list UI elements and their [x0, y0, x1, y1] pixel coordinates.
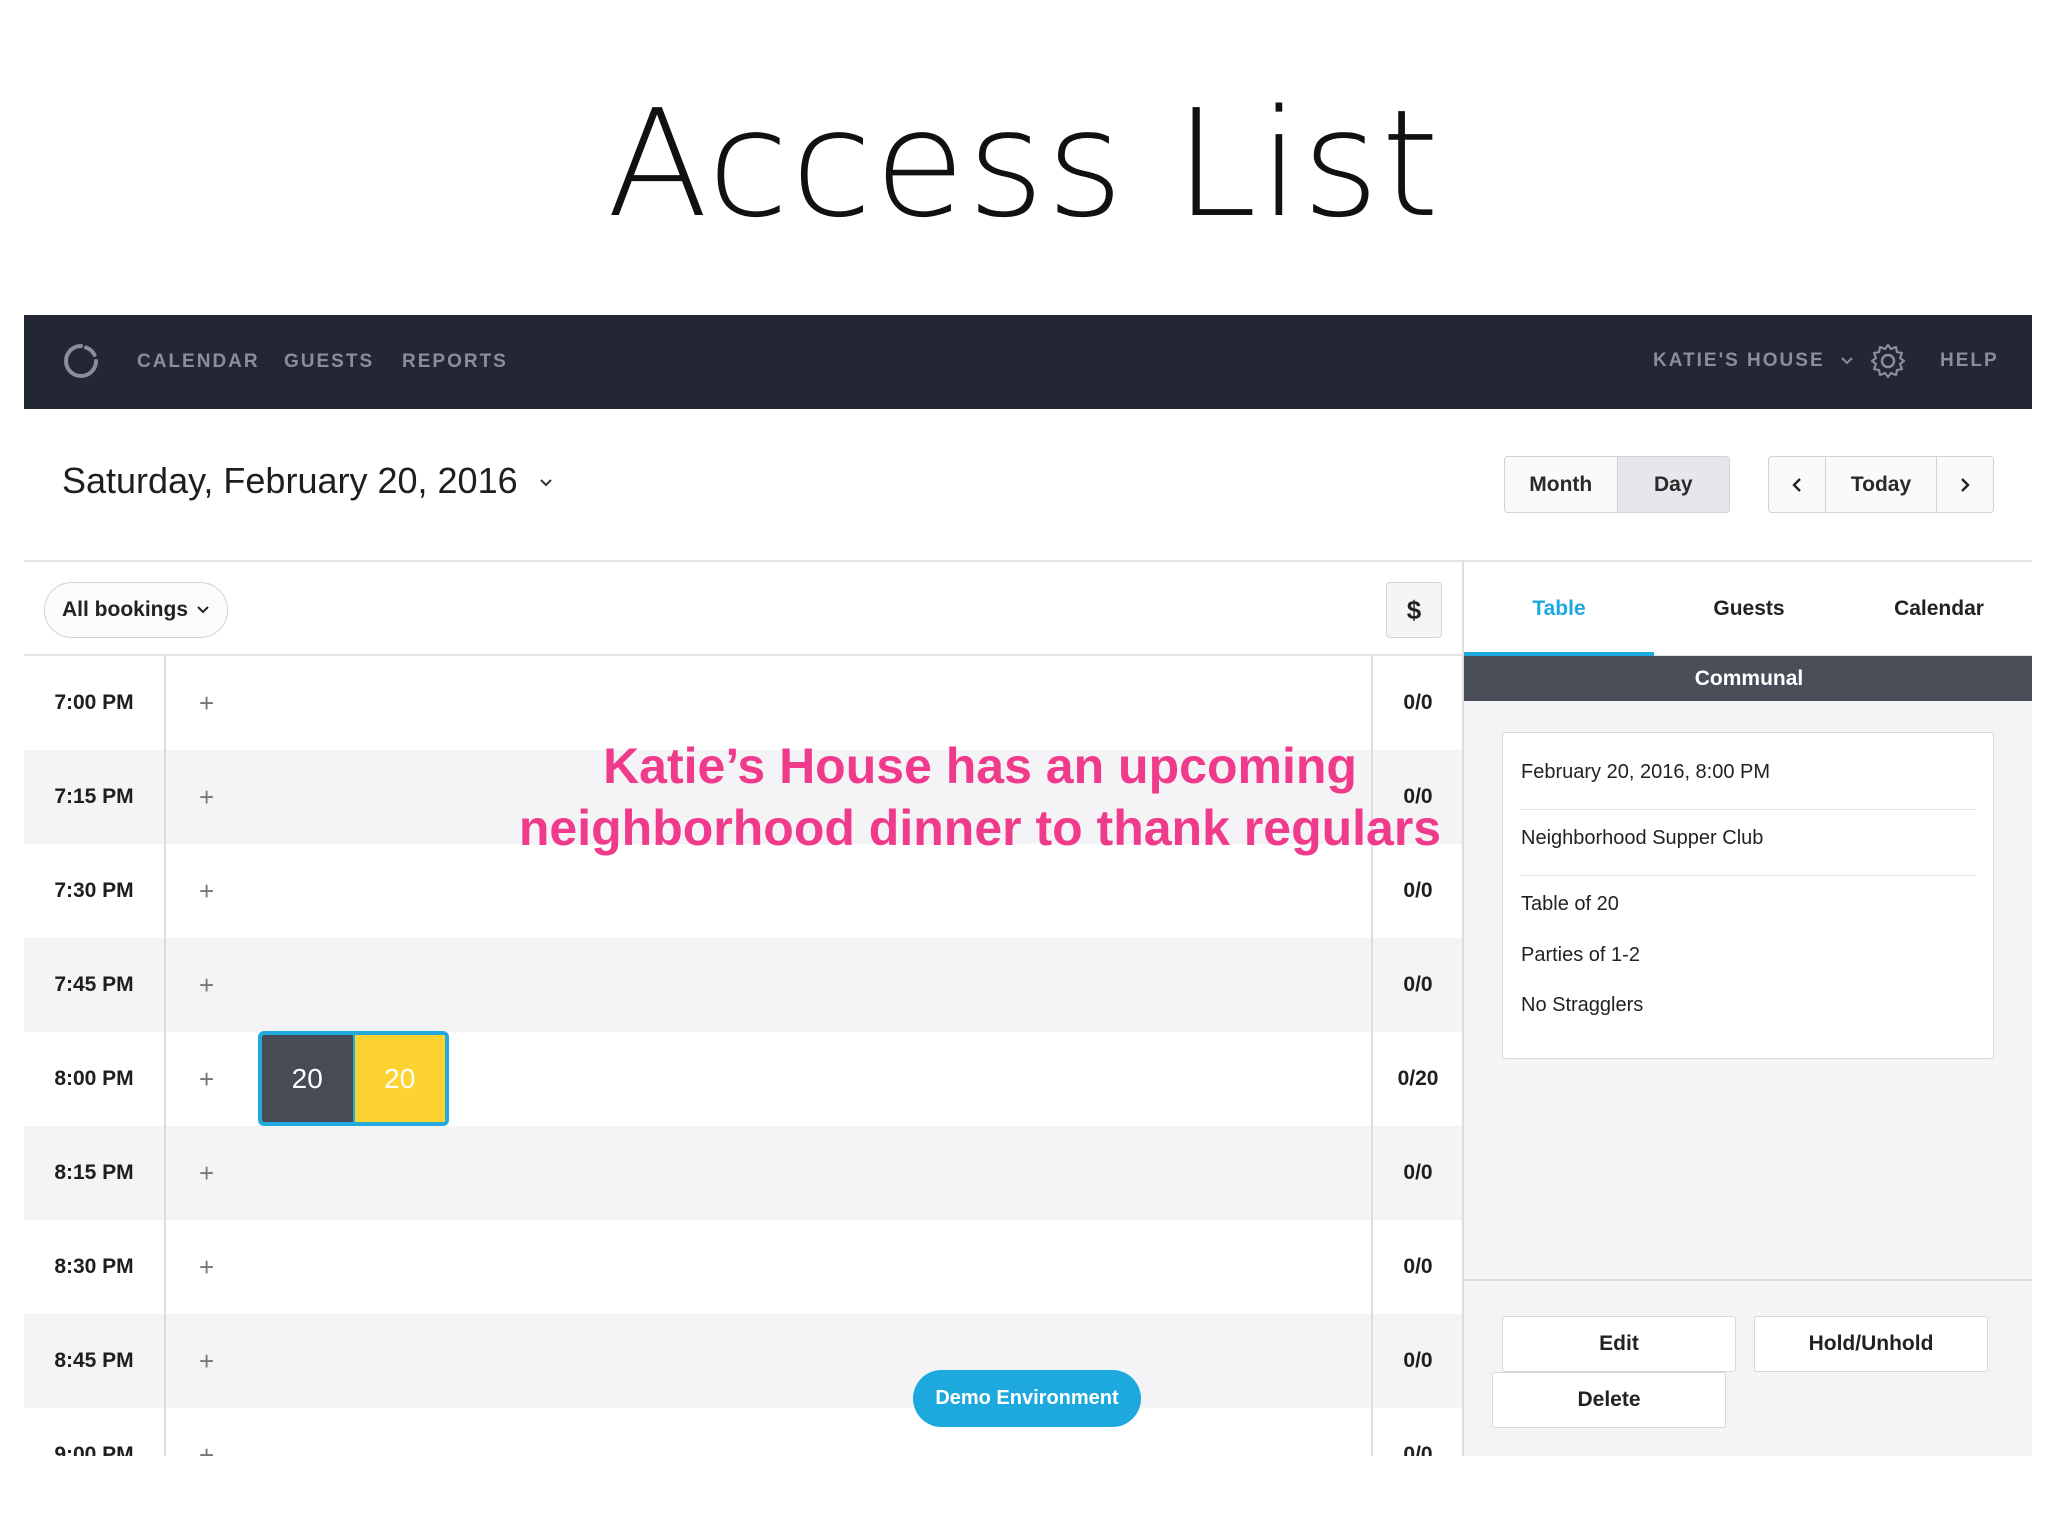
- slot-capacity: 0/0: [1403, 973, 1433, 996]
- nav-reports[interactable]: REPORTS: [402, 351, 508, 373]
- today-button[interactable]: Today: [1825, 457, 1937, 512]
- chevron-right-icon: [1961, 477, 1970, 492]
- time-label: 7:15 PM: [54, 785, 134, 808]
- add-booking-button[interactable]: +: [199, 844, 214, 938]
- event-detail: Parties of 1-2: [1521, 944, 1640, 966]
- annotation-line-2: neighborhood dinner to thank regulars: [518, 800, 1442, 856]
- filter-label: All bookings: [62, 598, 188, 621]
- prev-day-button[interactable]: [1769, 457, 1825, 512]
- communal-table-booking[interactable]: 20 20: [258, 1031, 449, 1126]
- nav-calendar[interactable]: CALENDAR: [137, 351, 260, 373]
- nav-guests[interactable]: GUESTS: [284, 351, 374, 373]
- event-name: Neighborhood Supper Club: [1521, 827, 1764, 849]
- time-label: 8:45 PM: [54, 1349, 134, 1372]
- tab-guests[interactable]: Guests: [1654, 562, 1844, 656]
- time-label: 8:30 PM: [54, 1255, 134, 1278]
- add-booking-button[interactable]: +: [199, 938, 214, 1032]
- time-slot-row: 8:45 PM + 0/0: [24, 1314, 1462, 1408]
- add-booking-button[interactable]: +: [199, 1220, 214, 1314]
- date-picker[interactable]: Saturday, February 20, 2016: [62, 460, 554, 502]
- add-booking-button[interactable]: +: [199, 1032, 214, 1126]
- slot-capacity: 0/0: [1403, 1443, 1433, 1456]
- time-label: 9:00 PM: [54, 1443, 134, 1456]
- bookings-filter-dropdown[interactable]: All bookings: [44, 582, 228, 638]
- chevron-down-icon: [1841, 357, 1853, 365]
- logo-icon[interactable]: [62, 342, 100, 380]
- delete-button[interactable]: Delete: [1492, 1372, 1726, 1428]
- add-booking-button[interactable]: +: [199, 656, 214, 750]
- slot-capacity: 0/20: [1397, 1067, 1439, 1090]
- gear-icon[interactable]: [1869, 342, 1907, 380]
- event-detail: Table of 20: [1521, 893, 1619, 915]
- booking-table-size: 20: [262, 1035, 355, 1122]
- view-month-button[interactable]: Month: [1505, 457, 1617, 512]
- chevron-left-icon: [1792, 477, 1801, 492]
- annotation-line-1: Katie’s House has an upcoming: [603, 738, 1357, 794]
- time-label: 8:15 PM: [54, 1161, 134, 1184]
- next-day-button[interactable]: [1937, 457, 1993, 512]
- venue-name: KATIE'S HOUSE: [1653, 350, 1825, 371]
- section-header: Communal: [1464, 656, 2032, 701]
- details-panel: Table Guests Calendar Communal February …: [1462, 562, 2032, 1456]
- date-navigation: Today: [1768, 456, 1994, 513]
- event-detail: No Stragglers: [1521, 994, 1644, 1016]
- card-divider: [1521, 875, 1975, 876]
- hold-unhold-button[interactable]: Hold/Unhold: [1754, 1316, 1988, 1372]
- slot-capacity: 0/0: [1403, 1255, 1433, 1278]
- time-slot-row: 7:45 PM + 0/0: [24, 938, 1462, 1032]
- add-booking-button[interactable]: +: [199, 750, 214, 844]
- app-window: CALENDAR GUESTS REPORTS KATIE'S HOUSE HE…: [24, 315, 2032, 1456]
- actions-divider: [1464, 1279, 2032, 1281]
- chevron-down-icon: [197, 606, 209, 614]
- current-date: Saturday, February 20, 2016: [62, 460, 518, 501]
- time-label: 7:30 PM: [54, 879, 134, 902]
- panel-tabs: Table Guests Calendar: [1464, 562, 2032, 656]
- time-slot-row: 8:30 PM + 0/0: [24, 1220, 1462, 1314]
- chevron-down-icon: [539, 479, 552, 487]
- pricing-toggle-button[interactable]: $: [1386, 582, 1442, 638]
- demo-environment-badge: Demo Environment: [913, 1370, 1141, 1427]
- slide-title: Access List: [606, 78, 1442, 250]
- time-label: 7:45 PM: [54, 973, 134, 996]
- view-day-button[interactable]: Day: [1616, 457, 1729, 512]
- time-label: 8:00 PM: [54, 1067, 134, 1090]
- card-divider: [1521, 809, 1975, 810]
- annotation-callout: Katie’s House has an upcoming neighborho…: [470, 735, 1490, 859]
- time-slot-row: 9:00 PM + 0/0: [24, 1408, 1462, 1457]
- event-datetime: February 20, 2016, 8:00 PM: [1521, 761, 1771, 783]
- venue-selector[interactable]: KATIE'S HOUSE: [1653, 350, 1854, 372]
- time-slot-row: 8:00 PM + 0/20: [24, 1032, 1462, 1126]
- tab-calendar[interactable]: Calendar: [1844, 562, 2032, 656]
- edit-button[interactable]: Edit: [1502, 1316, 1736, 1372]
- add-booking-button[interactable]: +: [199, 1314, 214, 1408]
- top-navbar: CALENDAR GUESTS REPORTS KATIE'S HOUSE HE…: [24, 315, 2032, 409]
- add-booking-button[interactable]: +: [199, 1408, 214, 1457]
- time-label: 7:00 PM: [54, 691, 134, 714]
- add-booking-button[interactable]: +: [199, 1126, 214, 1220]
- time-column-divider: [164, 656, 166, 1456]
- tab-table[interactable]: Table: [1464, 562, 1654, 656]
- slot-capacity: 0/0: [1403, 1161, 1433, 1184]
- nav-help[interactable]: HELP: [1940, 350, 1999, 372]
- booking-available-seats: 20: [354, 1035, 445, 1122]
- view-toggle: Month Day: [1504, 456, 1730, 513]
- time-slot-row: 8:15 PM + 0/0: [24, 1126, 1462, 1220]
- slot-capacity: 0/0: [1403, 1349, 1433, 1372]
- event-details-card: February 20, 2016, 8:00 PM Neighborhood …: [1502, 732, 1994, 1059]
